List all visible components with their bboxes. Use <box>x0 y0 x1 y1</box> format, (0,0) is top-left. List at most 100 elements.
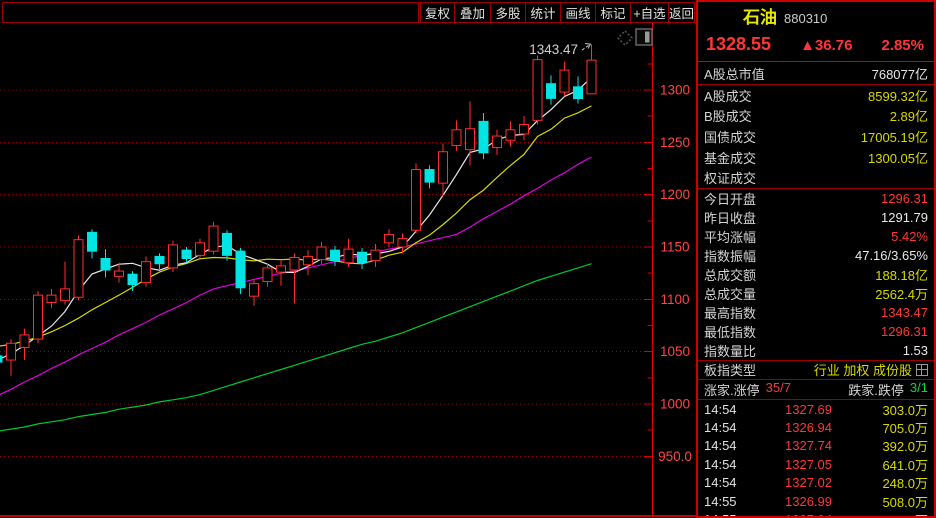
tick-time: 14:54 <box>704 402 746 417</box>
y-axis-label: 1200 <box>660 187 690 202</box>
candle-down <box>331 250 340 260</box>
y-axis-label: 1150 <box>660 239 689 254</box>
tick-row-4: 14:541327.05641.0万 <box>698 455 934 473</box>
tick-time: 14:54 <box>704 420 746 435</box>
candle-up <box>263 268 272 282</box>
decliners-label: 跌家.跌停 <box>848 380 904 399</box>
index-code: 880310 <box>784 11 827 26</box>
stat-row-1-label: 今日开盘 <box>704 189 756 208</box>
tick-price: 1326.99 <box>746 494 854 509</box>
toolbar-button-7[interactable]: +自选 <box>631 2 669 23</box>
turnover-row-3: 国债成交 17005.19亿 <box>698 126 934 147</box>
quote-header: 石油880310 1328.55 ▲36.76 2.85% <box>698 2 934 62</box>
stat-row-5-label: 总成交额 <box>704 265 756 284</box>
tick-row-1: 14:541327.69303.0万 <box>698 400 934 418</box>
tick-price: 1327.74 <box>746 438 854 453</box>
turnover-row-2-label: B股成交 <box>704 106 752 125</box>
tick-volume: 508.0万 <box>854 492 928 511</box>
stat-row-7: 最高指数1343.47 <box>698 303 934 322</box>
tick-time: 14:55 <box>704 494 746 509</box>
kline-chart[interactable]: 1300125012001150110010501000950.01343.47 <box>0 23 696 518</box>
candle-up <box>61 289 70 301</box>
turnover-row-4: 基金成交 1300.05亿 <box>698 147 934 168</box>
candle-up <box>47 295 56 302</box>
stat-row-1-value: 1296.31 <box>881 191 928 206</box>
advance-decline-row: 涨家.涨停 35/7 跌家.跌停 3/1 <box>698 380 934 400</box>
stat-row-3-label: 平均涨幅 <box>704 227 756 246</box>
turnover-row-3-value: 17005.19亿 <box>861 127 928 146</box>
tick-time: 14:54 <box>704 457 746 472</box>
turnover-row-2: B股成交 2.89亿 <box>698 106 934 127</box>
market-cap-row-value: 768077亿 <box>872 64 928 83</box>
window-icon[interactable] <box>636 29 652 45</box>
tick-volume: 303.0万 <box>854 400 928 419</box>
candle-down <box>0 356 2 362</box>
index-stats-section: 今日开盘1296.31昨日收盘1291.79平均涨幅5.42%指数振幅47.16… <box>698 189 934 361</box>
tick-time: 14:54 <box>704 475 746 490</box>
tick-row-2: 14:541326.94705.0万 <box>698 418 934 436</box>
toolbar-button-6[interactable]: 标记 <box>596 2 631 23</box>
stat-row-9: 指数量比1.53 <box>698 341 934 360</box>
candle-up <box>371 250 380 260</box>
turnover-row-3-label: 国债成交 <box>704 127 756 146</box>
candle-down <box>223 233 232 255</box>
tick-price: 1326.94 <box>746 420 854 435</box>
quote-panel: 石油880310 1328.55 ▲36.76 2.85% A股总市值76807… <box>696 0 936 518</box>
index-name: 石油 <box>743 8 777 27</box>
toolbar-button-8[interactable]: 返回 <box>669 2 695 23</box>
turnover-row-4-label: 基金成交 <box>704 148 756 167</box>
candle-up <box>344 249 353 263</box>
stat-row-4-label: 指数振幅 <box>704 246 756 265</box>
candle-up <box>520 125 529 134</box>
stat-row-8: 最低指数 1296.31 <box>698 322 934 341</box>
turnover-row-2-value: 2.89亿 <box>890 106 928 125</box>
grid-icon[interactable] <box>916 364 928 376</box>
kline-chart-svg[interactable]: 1300125012001150110010501000950.01343.47 <box>0 23 696 518</box>
toolbar-button-3[interactable]: 多股 <box>491 2 526 23</box>
candle-up <box>493 136 502 148</box>
turnover-row-4-value: 1300.05亿 <box>868 148 928 167</box>
tick-row-6: 14:551326.99508.0万 <box>698 492 934 510</box>
tick-price: 1327.69 <box>746 402 854 417</box>
board-type-row: 板指类型 行业 加权 成份股 <box>698 361 934 380</box>
y-axis-label: 1100 <box>660 292 689 307</box>
tick-volume: 641.0万 <box>854 455 928 474</box>
stat-row-5: 总成交额188.18亿 <box>698 265 934 284</box>
tick-price: 1327.02 <box>746 475 854 490</box>
candle-down <box>236 251 245 288</box>
stat-row-8-value: 1296.31 <box>881 324 928 339</box>
candle-down <box>101 259 110 271</box>
candle-up <box>209 226 218 251</box>
candle-down <box>358 252 367 262</box>
stat-row-2-value: 1291.79 <box>881 210 928 225</box>
board-type-options[interactable]: 行业 加权 成份股 <box>814 360 912 379</box>
turnover-row-1-value: 8599.32亿 <box>868 86 928 105</box>
diamond-marker-icon[interactable] <box>618 31 632 45</box>
ma-short-white <box>0 77 592 360</box>
tick-price: 1327.05 <box>746 457 854 472</box>
tick-time: 14:54 <box>704 438 746 453</box>
y-axis-label: 950.0 <box>658 449 692 464</box>
stat-row-6-label: 总成交量 <box>704 284 756 303</box>
toolbar-button-4[interactable]: 统计 <box>526 2 561 23</box>
tick-row-7: 14:551327.04573.0万 <box>698 510 934 518</box>
toolbar-button-1[interactable]: 复权 <box>420 2 455 23</box>
stat-row-8-label: 最低指数 <box>704 322 756 341</box>
toolbar-button-5[interactable]: 画线 <box>561 2 596 23</box>
candle-up <box>7 343 16 360</box>
candle-up <box>142 262 151 283</box>
tick-volume: 705.0万 <box>854 418 928 437</box>
stat-row-6: 总成交量2562.4万 <box>698 284 934 303</box>
tick-time: 14:55 <box>704 512 746 518</box>
y-axis-label: 1000 <box>660 397 690 412</box>
candle-up <box>115 271 124 276</box>
price-change: ▲36.76 <box>800 37 852 54</box>
candle-down <box>479 121 488 152</box>
turnover-row-1: A股成交8599.32亿 <box>698 85 934 106</box>
price-change-percent: 2.85% <box>881 37 924 54</box>
candle-up <box>277 266 286 272</box>
candle-down <box>155 256 164 263</box>
toolbar-button-2[interactable]: 叠加 <box>455 2 491 23</box>
candle-down <box>128 274 137 284</box>
stat-row-1: 今日开盘 1296.31 <box>698 189 934 208</box>
